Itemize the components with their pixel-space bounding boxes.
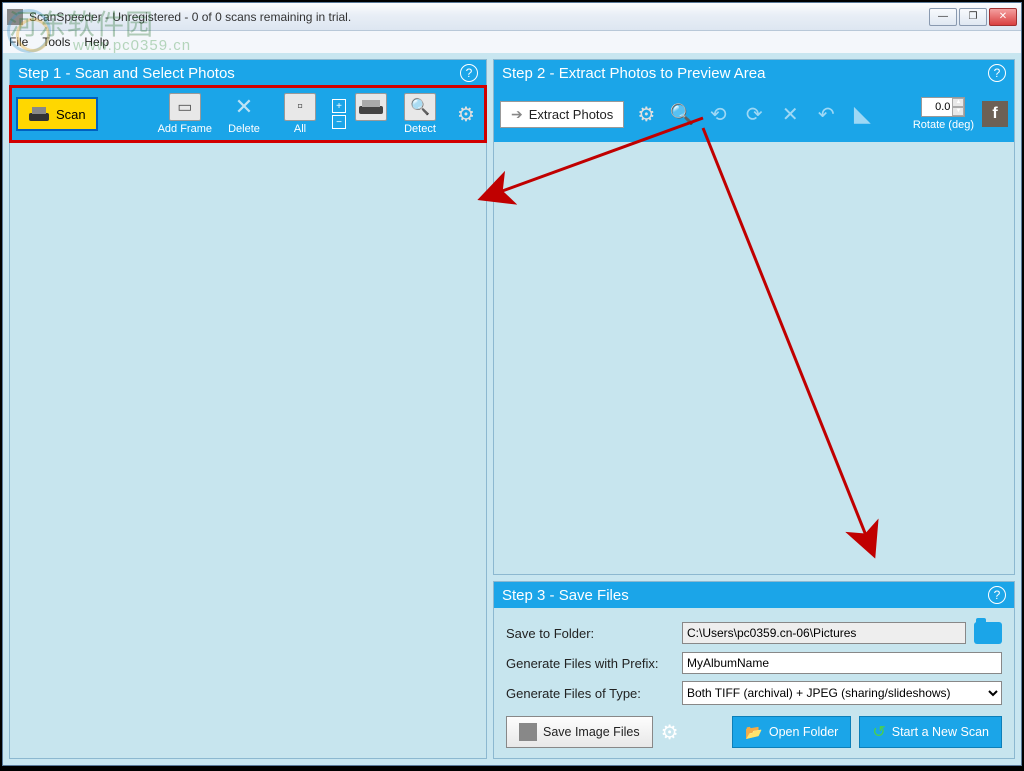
prefix-input[interactable] — [682, 652, 1002, 674]
step3-panel: Step 3 - Save Files ? Save to Folder: Ge… — [493, 581, 1015, 759]
disk-icon — [519, 723, 537, 741]
extract-photos-button[interactable]: ➔ Extract Photos — [500, 101, 624, 128]
zoom-stack: + − — [332, 99, 346, 129]
step2-canvas[interactable] — [494, 142, 1014, 574]
undo-icon[interactable]: ↶ — [812, 100, 840, 128]
scanner-select-button[interactable] — [354, 93, 388, 135]
all-button[interactable]: ▫ All — [276, 93, 324, 135]
menu-file[interactable]: File — [9, 35, 28, 49]
titlebar: ScanSpeeder - Unregistered - 0 of 0 scan… — [3, 3, 1021, 31]
step1-canvas[interactable] — [10, 142, 486, 758]
step1-title: Step 1 - Scan and Select Photos — [18, 65, 235, 82]
zoom-in-button[interactable]: + — [332, 99, 346, 113]
scanner-icon — [28, 104, 50, 124]
start-new-scan-button[interactable]: ↺ Start a New Scan — [859, 716, 1002, 748]
step2-panel: Step 2 - Extract Photos to Preview Area … — [493, 59, 1015, 575]
close-button[interactable]: ✕ — [989, 8, 1017, 26]
save-image-files-button[interactable]: Save Image Files — [506, 716, 653, 748]
detect-button[interactable]: 🔍 Detect — [396, 93, 444, 135]
delete-icon: ✕ — [228, 93, 260, 121]
window-title: ScanSpeeder - Unregistered - 0 of 0 scan… — [29, 10, 351, 24]
refresh-icon: ↺ — [872, 722, 885, 742]
step2-title: Step 2 - Extract Photos to Preview Area — [502, 65, 765, 82]
zoom-out-button[interactable]: − — [332, 115, 346, 129]
tag-icon[interactable]: ◣ — [848, 100, 876, 128]
type-label: Generate Files of Type: — [506, 686, 674, 701]
step1-help-icon[interactable]: ? — [460, 64, 478, 82]
menu-help[interactable]: Help — [84, 35, 109, 49]
rotate-up-button[interactable]: ▲ — [952, 98, 964, 107]
save-folder-input[interactable] — [682, 622, 966, 644]
scanner-small-icon — [355, 93, 387, 121]
rotate-right-icon[interactable]: ⟳ — [740, 100, 768, 128]
prefix-label: Generate Files with Prefix: — [506, 656, 674, 671]
frame-icon: ▭ — [169, 93, 201, 121]
app-icon — [7, 9, 23, 25]
magnify-icon[interactable]: 🔍 — [668, 100, 696, 128]
rotate-left-icon[interactable]: ⟲ — [704, 100, 732, 128]
step2-toolbar: ➔ Extract Photos ⚙ 🔍 ⟲ ⟳ ✕ ↶ ◣ ▲ — [494, 86, 1014, 142]
app-window: ScanSpeeder - Unregistered - 0 of 0 scan… — [2, 2, 1022, 766]
open-folder-button[interactable]: 📂 Open Folder — [732, 716, 851, 748]
magnify-icon: 🔍 — [404, 93, 436, 121]
delete-preview-icon[interactable]: ✕ — [776, 100, 804, 128]
step2-settings-icon[interactable]: ⚙ — [632, 100, 660, 128]
step3-help-icon[interactable]: ? — [988, 586, 1006, 604]
scan-button[interactable]: Scan — [16, 97, 98, 131]
maximize-button[interactable]: ❐ — [959, 8, 987, 26]
step1-toolbar: Scan ▭ Add Frame ✕ Delete ▫ All — [10, 86, 486, 142]
folder-open-icon: 📂 — [745, 724, 762, 741]
step2-help-icon[interactable]: ? — [988, 64, 1006, 82]
add-frame-button[interactable]: ▭ Add Frame — [158, 93, 212, 135]
step3-settings-icon[interactable]: ⚙ — [661, 720, 679, 745]
rotate-down-button[interactable]: ▼ — [952, 107, 964, 116]
minimize-button[interactable]: — — [929, 8, 957, 26]
delete-button[interactable]: ✕ Delete — [220, 93, 268, 135]
save-folder-label: Save to Folder: — [506, 626, 674, 641]
rotate-control: ▲ ▼ Rotate (deg) — [913, 97, 974, 131]
facebook-icon[interactable]: f — [982, 101, 1008, 127]
menubar: File Tools Help — [3, 31, 1021, 53]
page-icon: ▫ — [284, 93, 316, 121]
arrow-right-icon: ➔ — [511, 106, 523, 123]
step1-settings-icon[interactable]: ⚙ — [452, 100, 480, 128]
browse-folder-icon[interactable] — [974, 622, 1002, 644]
step3-title: Step 3 - Save Files — [502, 587, 629, 604]
menu-tools[interactable]: Tools — [42, 35, 70, 49]
file-type-select[interactable]: Both TIFF (archival) + JPEG (sharing/sli… — [682, 681, 1002, 705]
step1-panel: Step 1 - Scan and Select Photos ? Scan ▭… — [9, 59, 487, 759]
